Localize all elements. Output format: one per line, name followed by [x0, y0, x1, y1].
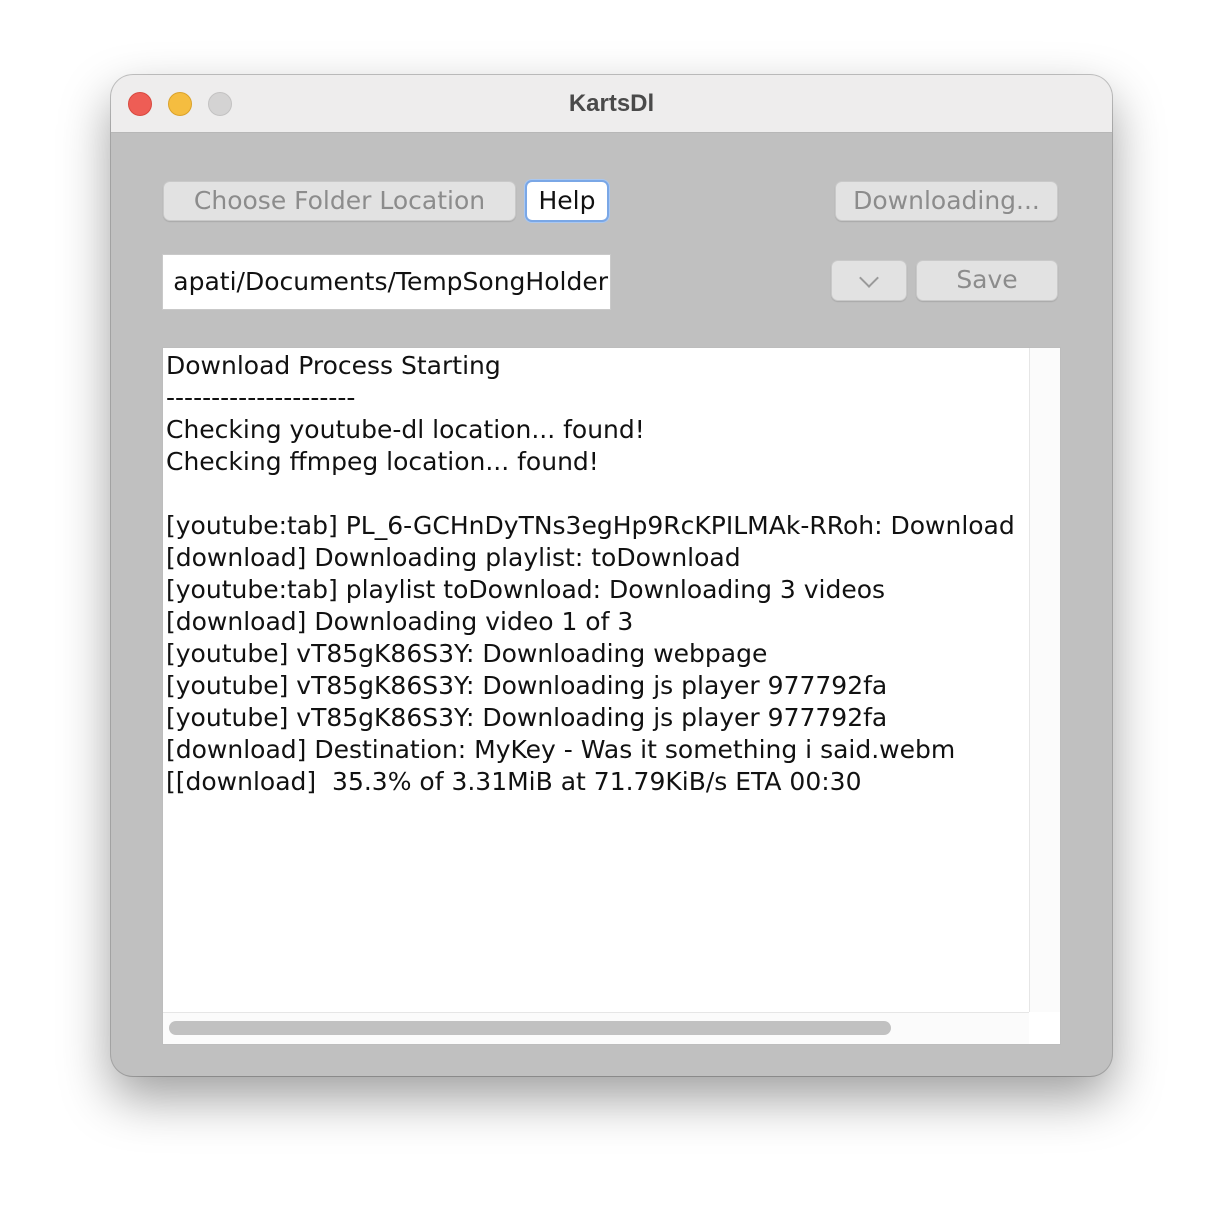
horizontal-scrollbar-thumb[interactable] [169, 1021, 891, 1035]
window-title: KartsDl [568, 90, 655, 117]
save-button[interactable]: Save [916, 260, 1058, 301]
help-button[interactable]: Help [525, 180, 609, 222]
log-line: [youtube:tab] playlist toDownload: Downl… [166, 575, 886, 604]
main-panel: Choose Folder Location Help Downloading.… [111, 133, 1112, 1076]
scroll-corner [1029, 1012, 1060, 1044]
app-window: KartsDl Choose Folder Location Help Down… [111, 75, 1112, 1076]
log-line: --------------------- [166, 383, 356, 412]
log-line: Checking ffmpeg location... found! [166, 447, 599, 476]
log-line: [download] Downloading playlist: toDownl… [166, 543, 741, 572]
folder-path-text: apati/Documents/TempSongHolder [173, 267, 608, 296]
log-line: [[download] 35.3% of 3.31MiB at 71.79KiB… [166, 767, 862, 796]
horizontal-scrollbar[interactable] [163, 1012, 1029, 1044]
download-button[interactable]: Downloading... [835, 181, 1058, 221]
log-line: [youtube] vT85gK86S3Y: Downloading webpa… [166, 639, 768, 668]
format-dropdown[interactable] [831, 260, 907, 301]
title-bar[interactable]: KartsDl [111, 75, 1112, 133]
chevron-down-icon [859, 268, 879, 288]
log-line: [youtube:tab] PL_6-GCHnDyTNs3egHp9RcKPIL… [166, 511, 1015, 540]
log-line: [youtube] vT85gK86S3Y: Downloading js pl… [166, 671, 888, 700]
log-line: Download Process Starting [166, 351, 501, 380]
log-line: Checking youtube-dl location... found! [166, 415, 645, 444]
log-text-area[interactable]: Download Process Starting ---------------… [163, 348, 1029, 1012]
log-line: [download] Destination: MyKey - Was it s… [166, 735, 956, 764]
log-output-pane[interactable]: Download Process Starting ---------------… [162, 347, 1061, 1045]
folder-path-field[interactable]: apati/Documents/TempSongHolder [162, 254, 611, 310]
choose-folder-button[interactable]: Choose Folder Location [163, 181, 516, 221]
log-line: [download] Downloading video 1 of 3 [166, 607, 634, 636]
log-line: [youtube] vT85gK86S3Y: Downloading js pl… [166, 703, 888, 732]
vertical-scrollbar[interactable] [1029, 348, 1060, 1012]
